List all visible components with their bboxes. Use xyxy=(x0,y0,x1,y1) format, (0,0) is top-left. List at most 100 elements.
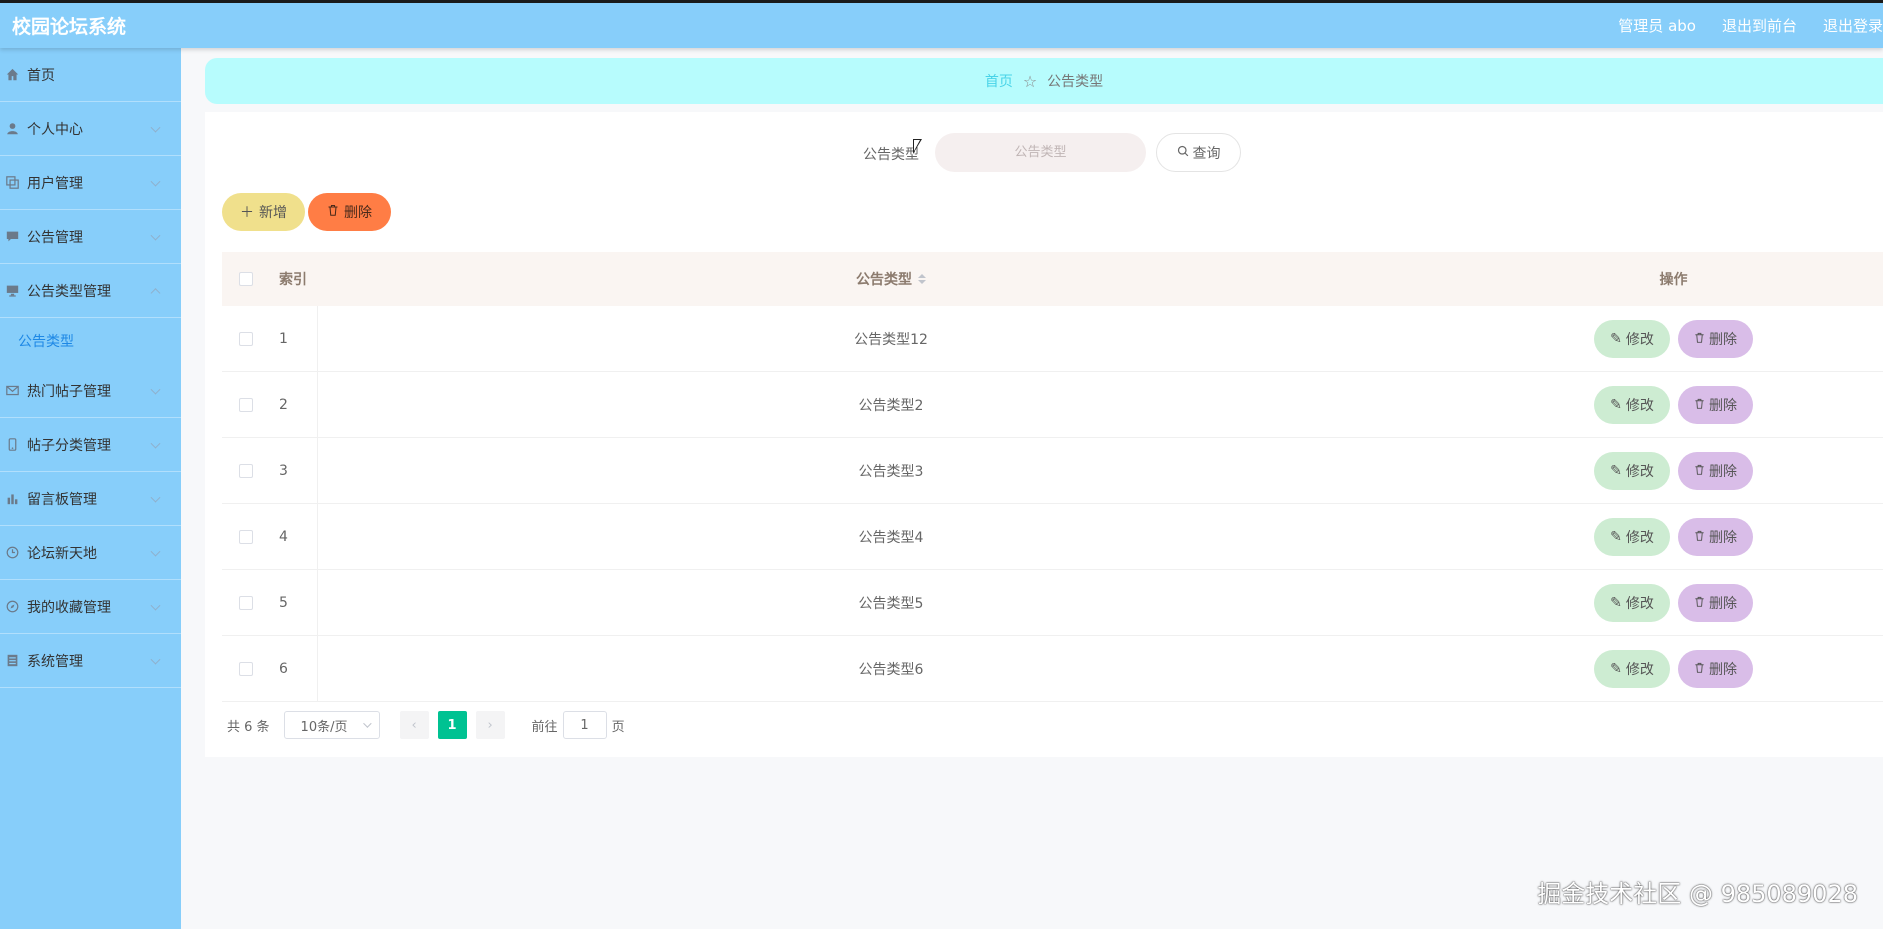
row-delete-button[interactable]: 删除 xyxy=(1678,583,1753,622)
sidebar-item-home[interactable]: 首页 xyxy=(0,48,181,102)
sidebar-item-label: 系统管理 xyxy=(27,653,83,670)
phone-icon xyxy=(4,437,20,453)
row-type: 公告类型5 xyxy=(858,595,924,612)
mail-icon xyxy=(4,383,20,399)
sidebar-item-hot-posts[interactable]: 热门帖子管理 xyxy=(0,364,181,418)
row-type: 公告类型2 xyxy=(858,397,924,414)
trash-icon xyxy=(1694,397,1705,413)
row-type: 公告类型3 xyxy=(858,463,924,480)
row-delete-button[interactable]: 删除 xyxy=(1678,517,1753,556)
app-title: 校园论坛系统 xyxy=(12,16,127,38)
sidebar-item-notice-types[interactable]: 公告类型管理 xyxy=(0,264,181,318)
top-right-actions: 管理员 abo 退出到前台 退出登录 xyxy=(1618,15,1883,36)
sidebar-subitem-notice-type[interactable]: 公告类型 xyxy=(0,318,181,364)
row-delete-label: 删除 xyxy=(1709,397,1737,414)
pencil-icon: ✎ xyxy=(1610,528,1622,545)
search-label: 公告类型 xyxy=(863,147,919,163)
edit-button[interactable]: ✎ 修改 xyxy=(1594,583,1670,622)
search-button-label: 查询 xyxy=(1192,145,1221,162)
next-page-button[interactable]: › xyxy=(475,711,505,739)
page-unit-label: 页 xyxy=(611,719,625,735)
page-size-select[interactable]: 10条/页 xyxy=(283,711,380,739)
breadcrumb-current: 公告类型 xyxy=(1047,74,1104,90)
sidebar-item-profile[interactable]: 个人中心 xyxy=(0,102,181,156)
sidebar-item-post-categories[interactable]: 帖子分类管理 xyxy=(0,418,181,472)
top-bar: 校园论坛系统 管理员 abo 退出到前台 退出登录 xyxy=(0,0,1883,48)
row-checkbox[interactable] xyxy=(239,595,253,610)
home-icon xyxy=(4,67,20,83)
row-checkbox[interactable] xyxy=(239,661,253,676)
select-all-checkbox[interactable] xyxy=(239,272,253,286)
row-checkbox[interactable] xyxy=(239,331,253,346)
edit-button-label: 修改 xyxy=(1625,331,1654,348)
edit-button[interactable]: ✎ 修改 xyxy=(1594,385,1670,424)
edit-button[interactable]: ✎ 修改 xyxy=(1594,649,1670,688)
row-delete-button[interactable]: 删除 xyxy=(1678,451,1753,490)
trash-icon xyxy=(1694,595,1705,611)
message-icon xyxy=(4,229,20,245)
delete-button[interactable]: 删除 xyxy=(308,193,391,231)
chevron-down-icon xyxy=(150,230,161,241)
sidebar-item-message-board[interactable]: 留言板管理 xyxy=(0,472,181,526)
row-type: 公告类型6 xyxy=(858,661,924,678)
sidebar-item-label: 我的收藏管理 xyxy=(27,599,111,616)
row-delete-button[interactable]: 删除 xyxy=(1678,319,1753,358)
row-actions: ✎ 修改 删除 xyxy=(1464,451,1883,490)
row-delete-button[interactable]: 删除 xyxy=(1678,385,1753,424)
sidebar-item-forum[interactable]: 论坛新天地 xyxy=(0,526,181,580)
row-index: 2 xyxy=(270,372,318,437)
breadcrumb-home[interactable]: 首页 xyxy=(985,71,1013,91)
chart-icon xyxy=(4,491,20,507)
trash-icon xyxy=(1694,661,1705,677)
compass-icon xyxy=(4,599,20,615)
goto-page-input[interactable] xyxy=(562,711,607,739)
row-checkbox[interactable] xyxy=(239,463,253,478)
page-size-value: 10条/页 xyxy=(300,719,348,735)
row-checkbox[interactable] xyxy=(239,529,253,544)
row-index: 4 xyxy=(270,504,318,569)
chevron-down-icon xyxy=(150,492,161,503)
edit-button[interactable]: ✎ 修改 xyxy=(1594,319,1670,358)
search-icon xyxy=(1177,145,1189,161)
sidebar-item-label: 公告类型管理 xyxy=(27,283,111,300)
sidebar-item-system[interactable]: 系统管理 xyxy=(0,634,181,688)
search-button[interactable]: 查询 xyxy=(1156,133,1241,172)
mouse-cursor-icon xyxy=(913,139,922,154)
row-index: 3 xyxy=(270,438,318,503)
row-index: 5 xyxy=(270,570,318,635)
header-type-label: 公告类型 xyxy=(856,272,912,288)
edit-button[interactable]: ✎ 修改 xyxy=(1594,451,1670,490)
to-frontend-link[interactable]: 退出到前台 xyxy=(1722,15,1797,36)
row-actions: ✎ 修改 删除 xyxy=(1464,583,1883,622)
table-row: 4 公告类型4 ✎ 修改 删除 xyxy=(222,504,1883,570)
logout-link[interactable]: 退出登录 xyxy=(1823,15,1883,36)
row-delete-label: 删除 xyxy=(1709,463,1737,480)
row-delete-label: 删除 xyxy=(1709,595,1737,612)
add-button[interactable]: ＋ 新增 xyxy=(222,193,305,231)
row-checkbox[interactable] xyxy=(239,397,253,412)
chevron-down-icon xyxy=(150,438,161,449)
chevron-down-icon xyxy=(150,654,161,665)
table-row: 5 公告类型5 ✎ 修改 删除 xyxy=(222,570,1883,636)
header-type[interactable]: 公告类型 xyxy=(318,252,1464,306)
sidebar-item-notices[interactable]: 公告管理 xyxy=(0,210,181,264)
sidebar-item-label: 帖子分类管理 xyxy=(27,437,111,454)
row-actions: ✎ 修改 删除 xyxy=(1464,649,1883,688)
row-index: 1 xyxy=(270,306,318,371)
row-delete-label: 删除 xyxy=(1709,661,1737,678)
sidebar-item-label: 用户管理 xyxy=(27,175,83,192)
chevron-down-icon xyxy=(150,384,161,395)
prev-page-button[interactable]: ‹ xyxy=(399,711,429,739)
chevron-up-icon xyxy=(150,287,161,298)
action-row: ＋ 新增 删除 xyxy=(222,193,391,231)
row-actions: ✎ 修改 删除 xyxy=(1464,385,1883,424)
page-number-current[interactable]: 1 xyxy=(437,711,467,739)
sidebar-item-favorites[interactable]: 我的收藏管理 xyxy=(0,580,181,634)
table-row: 2 公告类型2 ✎ 修改 删除 xyxy=(222,372,1883,438)
data-table: 索引 公告类型 操作 1 公告类型12 ✎ 修改 删除 2 公告类型2 ✎ 修改 删… xyxy=(222,252,1883,702)
edit-button[interactable]: ✎ 修改 xyxy=(1594,517,1670,556)
row-delete-button[interactable]: 删除 xyxy=(1678,649,1753,688)
sidebar-item-users[interactable]: 用户管理 xyxy=(0,156,181,210)
row-actions: ✎ 修改 删除 xyxy=(1464,517,1883,556)
search-input[interactable] xyxy=(935,133,1146,172)
